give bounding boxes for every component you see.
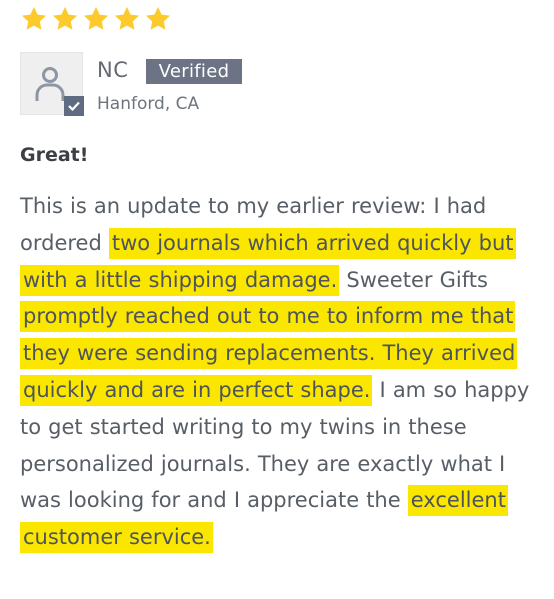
star-icon [83, 6, 109, 30]
person-icon [35, 67, 65, 101]
star-rating [20, 5, 172, 33]
star-icon [145, 6, 171, 30]
reviewer-name: NC [97, 58, 129, 82]
review-card: NC Verified Hanford, CA Great! This is a… [0, 0, 554, 599]
verified-check-badge [64, 96, 84, 116]
review-body: This is an update to my earlier review: … [20, 188, 540, 556]
verified-badge: Verified [146, 59, 242, 84]
reviewer-location: Hanford, CA [97, 94, 200, 114]
star-icon [21, 6, 47, 30]
star-icon [114, 6, 140, 30]
review-title: Great! [20, 144, 89, 166]
review-text-segment: Sweeter Gifts [339, 267, 488, 292]
check-icon [68, 101, 80, 111]
star-icon [52, 6, 78, 30]
avatar [20, 52, 84, 116]
